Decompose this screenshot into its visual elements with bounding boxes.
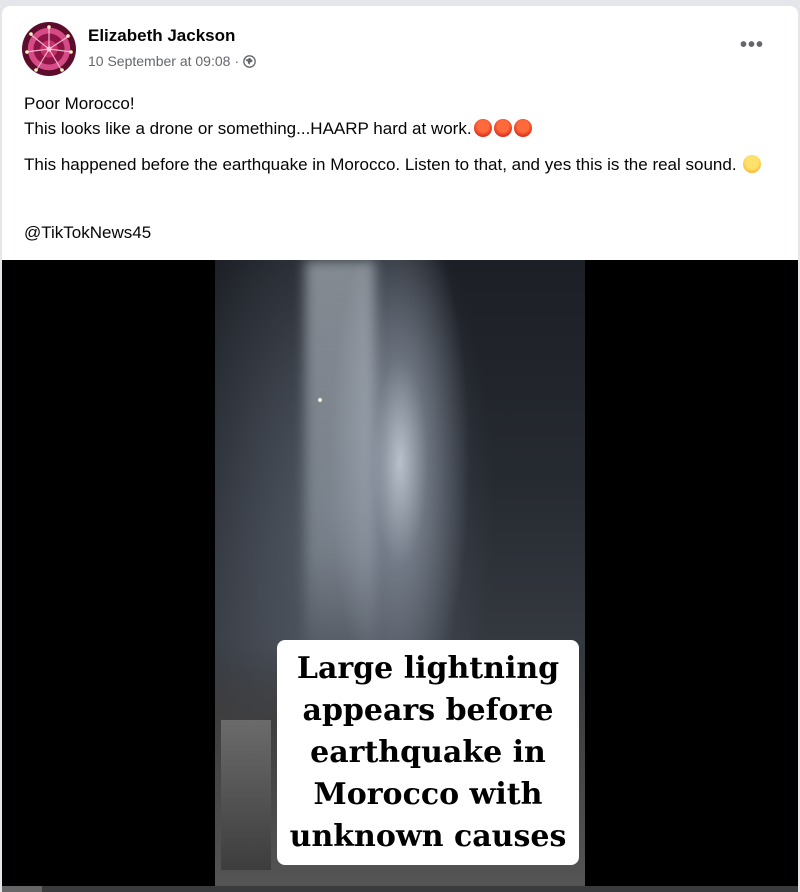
meta-separator: · bbox=[234, 53, 240, 69]
avatar[interactable] bbox=[22, 22, 76, 76]
post-text: Poor Morocco! This looks like a drone or… bbox=[24, 91, 784, 141]
post-line-2: This looks like a drone or something...H… bbox=[24, 119, 472, 138]
video-building bbox=[221, 720, 271, 870]
post-meta: 10 September at 09:08 · bbox=[88, 53, 256, 69]
light-beam bbox=[305, 260, 375, 680]
video-progress-thumb[interactable] bbox=[2, 886, 42, 892]
video-frame: Large lightning appears before earthquak… bbox=[215, 260, 585, 892]
post-paragraph-2-text: This happened before the earthquake in M… bbox=[24, 155, 737, 174]
angry-face-emoji bbox=[513, 119, 532, 137]
video-caption: Large lightning appears before earthquak… bbox=[277, 640, 579, 865]
post-line-1: Poor Morocco! bbox=[24, 94, 135, 113]
angry-face-emoji bbox=[473, 119, 492, 137]
angry-face-emoji bbox=[493, 119, 512, 137]
avatar-flower-image bbox=[25, 25, 73, 72]
video-player[interactable]: Large lightning appears before earthquak… bbox=[2, 260, 798, 892]
globe-icon bbox=[243, 54, 256, 68]
post-timestamp[interactable]: 10 September at 09:08 bbox=[88, 53, 230, 69]
thinking-face-emoji bbox=[743, 155, 762, 173]
light-dot bbox=[318, 398, 322, 402]
post-header: Elizabeth Jackson 10 September at 09:08 … bbox=[22, 20, 782, 80]
video-progress-bar[interactable] bbox=[2, 886, 798, 892]
post-card: Elizabeth Jackson 10 September at 09:08 … bbox=[2, 6, 798, 892]
mention-link[interactable]: @TikTokNews45 bbox=[24, 220, 784, 245]
author-name[interactable]: Elizabeth Jackson bbox=[88, 26, 235, 46]
more-options-icon[interactable]: ••• bbox=[740, 34, 764, 57]
post-paragraph-2: This happened before the earthquake in M… bbox=[24, 152, 784, 177]
post-line-2-row: This looks like a drone or something...H… bbox=[24, 116, 784, 141]
